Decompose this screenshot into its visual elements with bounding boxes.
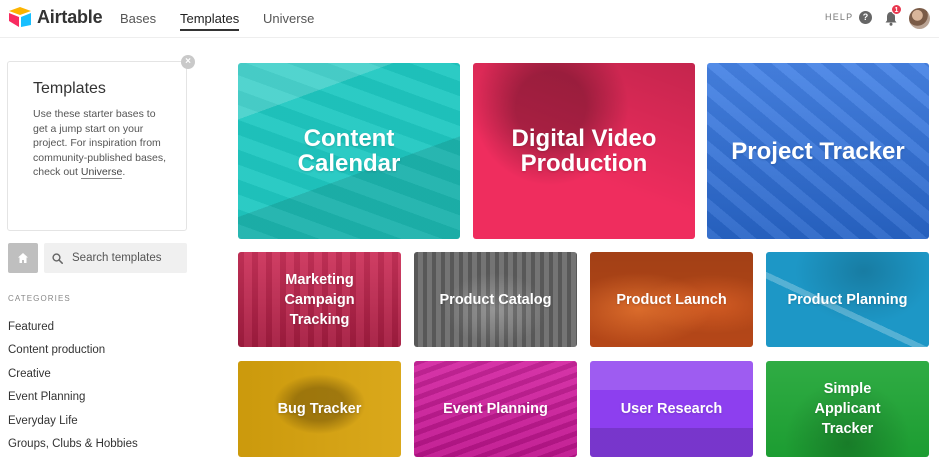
template-title: Event Planning — [443, 401, 548, 417]
search-icon — [52, 252, 63, 264]
template-card-product-launch[interactable]: Product Launch — [590, 252, 753, 347]
nav-bases[interactable]: Bases — [120, 11, 156, 26]
notification-badge: 1 — [891, 4, 902, 15]
info-card-text: Use these starter bases to get a jump st… — [33, 107, 172, 180]
top-nav: Airtable Bases Templates Universe HELP ?… — [0, 0, 939, 38]
category-everyday-life[interactable]: Everyday Life — [8, 413, 138, 436]
user-avatar[interactable] — [909, 8, 930, 29]
airtable-logo-icon — [9, 7, 31, 27]
info-card-period: . — [122, 166, 126, 179]
templates-info-card: Templates Use these starter bases to get… — [7, 61, 187, 231]
template-title: Bug Tracker — [277, 401, 362, 417]
template-card-project-tracker[interactable]: Project Tracker — [707, 63, 929, 239]
category-creative[interactable]: Creative — [8, 366, 138, 389]
nav-templates[interactable]: Templates — [180, 11, 240, 31]
template-title: Marketing Campaign Tracking — [284, 271, 355, 328]
template-title: Content Calendar — [297, 125, 401, 177]
template-title: Digital Video Production — [511, 125, 657, 177]
search-box[interactable] — [44, 243, 187, 273]
template-card-simple-applicant-tracker[interactable]: Simple Applicant Tracker — [766, 361, 929, 457]
airtable-logo[interactable]: Airtable — [8, 6, 103, 28]
home-icon — [18, 253, 28, 263]
template-title: Simple Applicant Tracker — [814, 381, 881, 437]
help-icon[interactable]: ? — [859, 11, 872, 24]
info-card-title: Templates — [33, 80, 106, 97]
nav-universe[interactable]: Universe — [263, 11, 314, 26]
template-card-content-calendar[interactable]: Content Calendar — [238, 63, 460, 239]
help-link[interactable]: HELP — [825, 12, 853, 22]
app-name: Airtable — [37, 6, 103, 27]
category-list: Featured Content production Creative Eve… — [8, 319, 138, 459]
category-featured[interactable]: Featured — [8, 319, 138, 342]
category-content-production[interactable]: Content production — [8, 342, 138, 365]
search-input[interactable] — [72, 252, 182, 264]
template-title: Product Launch — [616, 291, 727, 308]
category-groups-clubs-hobbies[interactable]: Groups, Clubs & Hobbies — [8, 436, 138, 459]
template-card-product-planning[interactable]: Product Planning — [766, 252, 929, 347]
home-button[interactable] — [8, 243, 38, 273]
category-event-planning[interactable]: Event Planning — [8, 389, 138, 412]
categories-heading: CATEGORIES — [8, 294, 71, 303]
template-card-user-research[interactable]: User Research — [590, 361, 753, 457]
template-title: Product Catalog — [439, 291, 552, 308]
template-card-marketing-campaign-tracking[interactable]: Marketing Campaign Tracking — [238, 252, 401, 347]
template-card-digital-video-production[interactable]: Digital Video Production — [473, 63, 695, 239]
template-card-product-catalog[interactable]: Product Catalog — [414, 252, 577, 347]
template-title: User Research — [620, 401, 723, 417]
template-title: Project Tracker — [731, 137, 905, 165]
template-title: Product Planning — [787, 291, 908, 308]
close-icon[interactable]: × — [181, 55, 195, 69]
universe-link[interactable]: Universe — [80, 166, 123, 180]
template-card-bug-tracker[interactable]: Bug Tracker — [238, 361, 401, 457]
template-card-event-planning[interactable]: Event Planning — [414, 361, 577, 457]
